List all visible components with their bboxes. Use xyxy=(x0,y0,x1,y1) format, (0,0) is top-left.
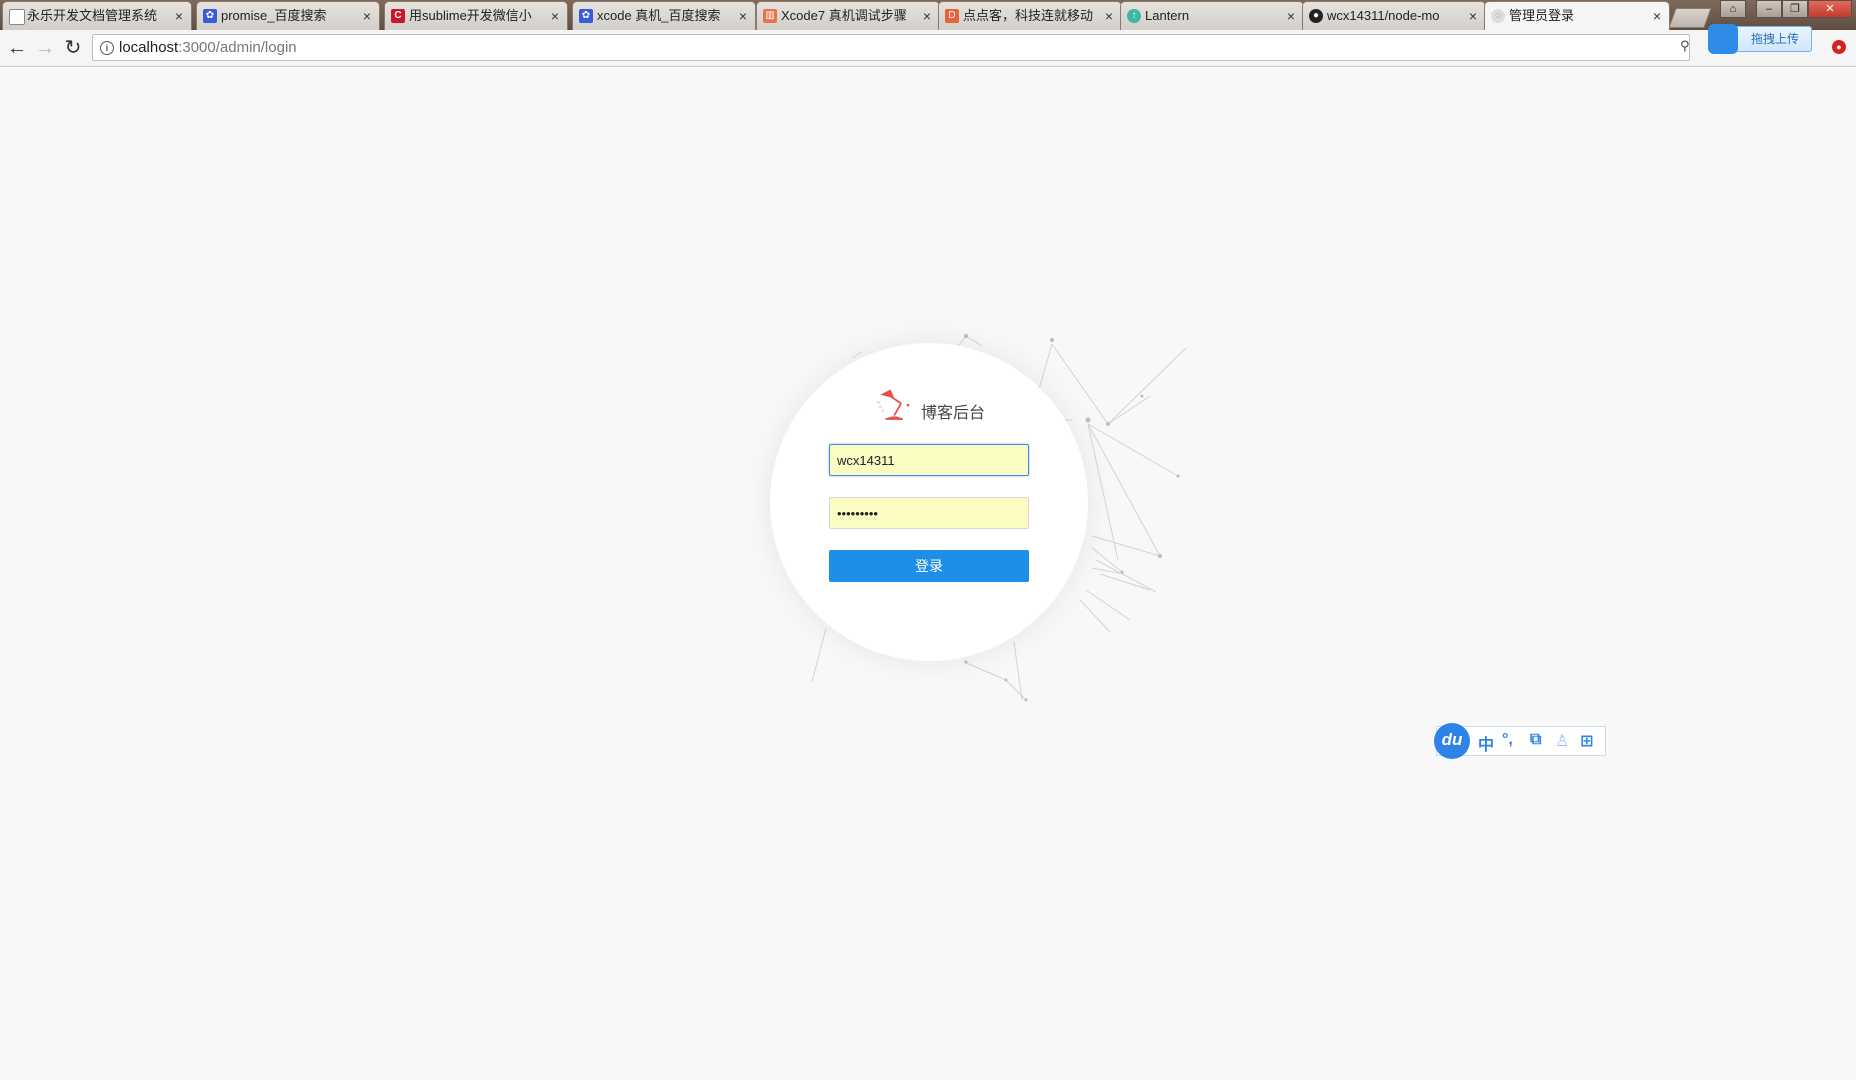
tab-close-icon[interactable]: × xyxy=(1653,2,1661,30)
ime-user-icon[interactable]: ♙ xyxy=(1555,731,1569,751)
ime-chinese-mode-icon[interactable]: 中 xyxy=(1478,731,1494,755)
username-input[interactable] xyxy=(829,444,1029,476)
tab-label: 管理员登录 xyxy=(1509,8,1575,23)
password-input[interactable] xyxy=(829,497,1029,529)
tab-8[interactable]: ◌ 管理员登录 × xyxy=(1484,1,1670,30)
ime-keyboard-icon[interactable]: ⧉ xyxy=(1530,731,1541,749)
brand-title: 博客后台 xyxy=(921,405,986,422)
baidu-ime-logo[interactable]: du xyxy=(1434,723,1470,759)
desk-lamp-icon xyxy=(876,389,910,420)
loading-icon: ◌ xyxy=(1491,9,1505,23)
ime-punctuation-icon[interactable]: °, xyxy=(1502,731,1513,749)
ime-menu-grid-icon[interactable]: ⊞ xyxy=(1580,731,1593,751)
login-button[interactable]: 登录 xyxy=(829,550,1029,582)
